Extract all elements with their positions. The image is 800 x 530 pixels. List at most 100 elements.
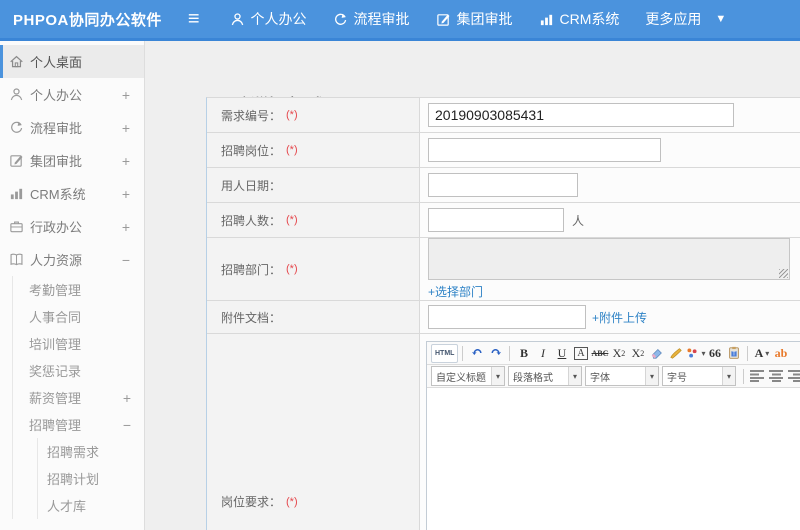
sidebar-item-human-resources[interactable]: 人力资源 − [0,243,144,276]
hire-date-input[interactable] [428,173,578,197]
field-value-cell: HTML ↶ ↷ B I U A ABC X2 X2 ▾ 66 T A ▾ ab… [420,334,800,530]
demand-number-input[interactable] [428,103,734,127]
expand-plus-icon[interactable]: + [122,219,130,235]
nav-workflow-approval[interactable]: 流程审批 [333,9,410,29]
sidebar-item-label: 流程审批 [30,121,83,136]
caret-down-icon: ▾ [765,349,770,358]
sub-item-label: 培训管理 [29,337,82,352]
label-text: 招聘人数： [221,213,282,228]
sidebar-item-workflow-approval[interactable]: 流程审批 + [0,111,144,144]
label-text: 招聘岗位： [221,143,282,158]
form-row-headcount: 招聘人数： (*) 人 [207,203,800,238]
sub-item-label: 薪资管理 [29,391,82,406]
sidebar-item-reward-punish-record[interactable]: 奖惩记录 [13,357,144,384]
italic-button[interactable]: I [533,344,552,363]
sidebar-item-personal-office[interactable]: 个人办公 + [0,78,144,111]
palette-icon[interactable]: ▾ [685,344,705,363]
sidebar-item-crm-system[interactable]: CRM系统 + [0,177,144,210]
font-color-a: A [754,345,764,360]
sub-item-label: 人事合同 [29,310,82,325]
align-right-icon[interactable] [786,367,800,386]
label-text: 岗位要求： [221,495,282,509]
required-mark: (*) [286,495,298,508]
toolbar-separator [462,345,464,361]
sidebar-item-admin-office[interactable]: 行政办公 + [0,210,144,243]
font-color-button[interactable]: A ▾ [752,344,771,363]
sidebar-item-training-mgmt[interactable]: 培训管理 [13,330,144,357]
user-icon [8,87,24,103]
form-row-department: 招聘部门： (*) +选择部门 [207,238,800,301]
editor-toolbar-row2: 自定义标题 ▾ 段落格式 ▾ 字体 ▾ 字号 ▾ [427,365,800,388]
expand-plus-icon[interactable]: + [122,87,130,103]
expand-plus-icon[interactable]: + [122,186,130,202]
sidebar-item-recruit-demand[interactable]: 招聘需求 [38,438,144,465]
expand-plus-icon[interactable]: + [122,120,130,136]
rich-text-editor: HTML ↶ ↷ B I U A ABC X2 X2 ▾ 66 T A ▾ ab… [426,341,800,530]
caret-down-icon[interactable]: ▼ [715,13,726,25]
headcount-input[interactable] [428,208,564,232]
select-value: 字体 [590,372,610,384]
paragraph-format-select[interactable]: 段落格式 ▾ [508,366,582,386]
sidebar-item-group-approval[interactable]: 集团审批 + [0,144,144,177]
sidebar-item-talent-pool[interactable]: 人才库 [38,492,144,519]
select-value: 段落格式 [513,372,553,384]
label-text: 招聘部门： [221,262,282,277]
hamburger-icon[interactable]: ≡ [188,9,200,29]
nav-crm-system[interactable]: CRM系统 [539,9,619,29]
nav-label: 集团审批 [456,11,513,27]
subscript-button[interactable]: X2 [628,344,647,363]
bold-button[interactable]: B [514,344,533,363]
font-family-select[interactable]: 字体 ▾ [585,366,659,386]
required-mark: (*) [286,263,298,275]
sidebar-item-attendance-mgmt[interactable]: 考勤管理 [13,276,144,303]
attachment-upload-link[interactable]: +附件上传 [592,309,647,326]
superscript-button[interactable]: X2 [609,344,628,363]
bg-color-button[interactable]: ab [771,344,790,363]
department-textarea[interactable] [428,238,790,280]
expand-plus-icon[interactable]: + [123,390,131,406]
sub-item-label: 奖惩记录 [29,364,82,379]
blockquote-button[interactable]: 66 [705,344,724,363]
eraser-icon[interactable] [647,344,666,363]
briefcase-icon [8,219,24,235]
select-value: 自定义标题 [436,372,486,384]
custom-heading-select[interactable]: 自定义标题 ▾ [431,366,505,386]
editor-content-area[interactable] [427,388,800,530]
html-source-button[interactable]: HTML [431,343,459,363]
font-size-select[interactable]: 字号 ▾ [662,366,736,386]
select-department-link[interactable]: +选择部门 [428,283,483,300]
bar-chart-icon [8,186,24,202]
nav-personal-office[interactable]: 个人办公 [230,9,307,29]
select-value: 字号 [667,372,687,384]
sidebar-item-recruit-plan[interactable]: 招聘计划 [38,465,144,492]
strikethrough-button[interactable]: ABC [590,344,609,363]
sidebar-item-personnel-contract[interactable]: 人事合同 [13,303,144,330]
sidebar-item-label: 集团审批 [30,154,83,169]
expand-plus-icon[interactable]: + [122,153,130,169]
sidebar-item-label: 人力资源 [30,253,83,268]
sidebar-item-salary-mgmt[interactable]: 薪资管理 + [13,384,144,411]
top-nav: 个人办公 流程审批 集团审批 CRM系统 更多应用 ▼ [230,9,726,29]
underline-button[interactable]: U [552,344,571,363]
attachment-input[interactable] [428,305,586,329]
border-text-button[interactable]: A [571,344,590,363]
collapse-minus-icon[interactable]: − [122,252,130,268]
redo-icon[interactable]: ↷ [486,344,505,363]
undo-icon[interactable]: ↶ [467,344,486,363]
home-icon [8,54,24,70]
collapse-minus-icon[interactable]: − [123,417,131,433]
sidebar-item-recruit-mgmt[interactable]: 招聘管理 − [13,411,144,438]
field-value-cell: +附件上传 [420,301,800,333]
nav-group-approval[interactable]: 集团审批 [436,9,513,29]
sub-item-label: 招聘计划 [47,472,100,487]
sidebar-item-personal-desktop[interactable]: 个人桌面 [0,45,144,78]
brush-icon[interactable] [666,344,685,363]
align-center-icon[interactable] [767,367,786,386]
position-input[interactable] [428,138,661,162]
required-mark: (*) [286,109,298,121]
paste-table-icon[interactable]: T [724,344,743,363]
nav-more-apps[interactable]: 更多应用 ▼ [645,9,726,29]
align-left-icon[interactable] [748,367,767,386]
nav-label: 更多应用 [645,11,702,27]
editor-toolbar-row1: HTML ↶ ↷ B I U A ABC X2 X2 ▾ 66 T A ▾ ab [427,342,800,365]
